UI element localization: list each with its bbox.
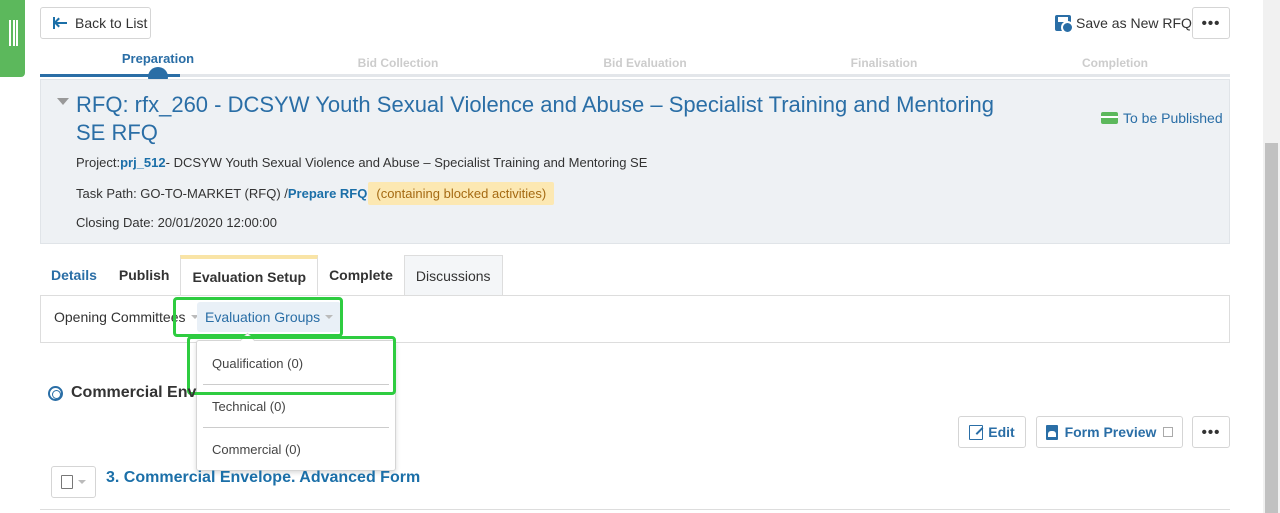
- rfq-header-panel: RFQ: rfx_260 - DCSYW Youth Sexual Violen…: [40, 79, 1230, 244]
- rfq-page: Back to List Save as New RFQ ••• Prepara…: [0, 0, 1280, 513]
- closing-date: Closing Date: 20/01/2020 12:00:00: [76, 215, 277, 230]
- rfq-title: RFQ: rfx_260 - DCSYW Youth Sexual Violen…: [76, 92, 995, 145]
- opening-committees-label: Opening Committees: [54, 309, 186, 325]
- task-path-label: Task Path: GO-TO-MARKET (RFQ) /: [76, 186, 288, 201]
- project-link[interactable]: prj_512: [120, 155, 166, 170]
- more-dots-icon: •••: [1201, 423, 1221, 441]
- tab-discussions[interactable]: Discussions: [403, 255, 503, 295]
- dropdown-item-technical[interactable]: Technical (0): [212, 399, 286, 414]
- document-icon: [1045, 424, 1058, 440]
- external-link-icon: [1163, 427, 1174, 437]
- step-preparation[interactable]: Preparation: [122, 51, 194, 66]
- dropdown-divider: [203, 427, 389, 428]
- status-icon: [1101, 112, 1118, 124]
- step-completion[interactable]: Completion: [1082, 56, 1148, 70]
- collapse-caret-icon[interactable]: [57, 98, 69, 105]
- section-title-label: Commercial Env: [71, 384, 197, 401]
- project-label: Project:: [76, 155, 121, 170]
- target-icon: [48, 385, 63, 401]
- step-finalisation[interactable]: Finalisation: [851, 56, 918, 70]
- highlight-evaluation-groups: [173, 297, 343, 337]
- save-as-new-rfq-button[interactable]: Save as New RFQ: [1055, 13, 1192, 34]
- scrollbar-thumb[interactable]: [1265, 143, 1278, 513]
- dropdown-item-commercial[interactable]: Commercial (0): [212, 442, 301, 457]
- step-bid-evaluation[interactable]: Bid Evaluation: [603, 56, 686, 70]
- edit-label: Edit: [988, 424, 1015, 440]
- side-panel-handle[interactable]: [0, 0, 25, 77]
- project-name: - DCSYW Youth Sexual Violence and Abuse …: [165, 155, 648, 170]
- save-icon: [1055, 15, 1074, 34]
- blocked-activities-badge: (containing blocked activities): [368, 182, 555, 205]
- grip-icon: [9, 20, 18, 46]
- form-menu-button[interactable]: [51, 466, 96, 498]
- progress-steps: Preparation Bid Collection Bid Evaluatio…: [40, 49, 1230, 87]
- back-to-list-button[interactable]: Back to List: [40, 7, 151, 39]
- divider: [40, 509, 1230, 510]
- form-title-link[interactable]: 3. Commercial Envelope. Advanced Form: [106, 469, 420, 487]
- section-heading: Commercial Env: [48, 384, 196, 402]
- back-arrow-icon: [53, 17, 67, 29]
- edit-button[interactable]: Edit: [958, 416, 1026, 448]
- back-to-list-label: Back to List: [75, 15, 148, 31]
- highlight-qualification-item: [187, 336, 396, 395]
- tab-evaluation-setup[interactable]: Evaluation Setup: [180, 255, 319, 296]
- task-path-link[interactable]: Prepare RFQ: [288, 186, 367, 201]
- task-path-row: Task Path: GO-TO-MARKET (RFQ) / Prepare …: [76, 181, 555, 206]
- tab-publish[interactable]: Publish: [108, 255, 181, 295]
- more-dots-icon: •••: [1201, 14, 1221, 32]
- tab-bar: Details Publish Evaluation Setup Complet…: [40, 255, 503, 296]
- page-icon: [61, 475, 73, 489]
- save-as-new-label: Save as New RFQ: [1076, 15, 1192, 31]
- tab-complete[interactable]: Complete: [318, 255, 404, 295]
- tab-details[interactable]: Details: [40, 255, 108, 295]
- section-more-button[interactable]: •••: [1192, 416, 1230, 448]
- steps-track: [40, 74, 1230, 77]
- edit-icon: [969, 424, 984, 440]
- chevron-down-icon: [78, 480, 86, 484]
- status-badge: To be Published: [1101, 110, 1223, 126]
- scrollbar[interactable]: [1263, 0, 1280, 513]
- more-actions-button[interactable]: •••: [1192, 7, 1230, 39]
- status-label: To be Published: [1123, 110, 1223, 126]
- project-row: Project: prj_512 - DCSYW Youth Sexual Vi…: [76, 155, 647, 170]
- form-preview-label: Form Preview: [1064, 424, 1157, 440]
- step-bid-collection[interactable]: Bid Collection: [358, 56, 439, 70]
- form-preview-button[interactable]: Form Preview: [1036, 416, 1183, 448]
